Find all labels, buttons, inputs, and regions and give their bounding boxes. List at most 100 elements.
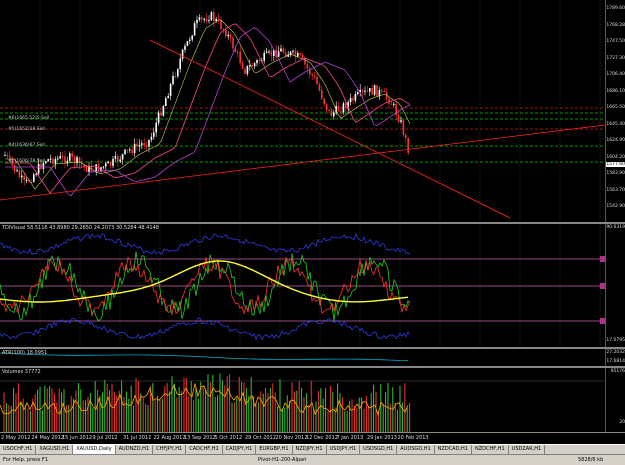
candle-body: [405, 134, 407, 138]
tdi-tick-low: 17.0795: [606, 338, 625, 343]
candle-body: [4, 154, 6, 156]
candle-body: [129, 149, 131, 151]
candle-body: [37, 163, 40, 174]
candle-body: [181, 49, 184, 59]
candle-body: [153, 132, 155, 137]
candle-body: [215, 18, 217, 22]
candle-body: [13, 164, 16, 171]
level-label: #4(1636)67 Sell: [8, 143, 45, 148]
candle-body: [64, 156, 66, 164]
candle-body: [371, 88, 373, 95]
candle-body: [114, 156, 117, 159]
date-label: 12 Dec 2012: [306, 435, 338, 441]
candle-body: [126, 149, 129, 151]
atr-canvas: [0, 352, 409, 362]
date-label: 13 Sep 2012: [184, 435, 216, 441]
atr-axis: 27.2032 17.6814: [605, 349, 625, 366]
volume-tick-low: 20: [619, 420, 625, 425]
price-tick: 1665.50: [606, 105, 625, 110]
candle-body: [35, 173, 37, 175]
candle-body: [189, 39, 191, 42]
candle-body: [407, 137, 409, 154]
candle-body: [157, 112, 160, 123]
price-tick: 1604.20: [606, 154, 625, 160]
candle-body: [364, 90, 366, 92]
candle-body: [145, 145, 148, 147]
candle-body: [131, 149, 133, 153]
moving-average-slow: [5, 27, 411, 197]
candle-body: [109, 161, 112, 166]
date-label: 20 Nov 2012: [275, 435, 308, 441]
candle-body: [318, 84, 321, 91]
candle-body: [258, 60, 261, 62]
candle-body: [18, 170, 21, 178]
candle-body: [102, 166, 105, 168]
moving-average-medium: [5, 23, 411, 194]
candle-body: [265, 51, 268, 53]
candle-body: [239, 52, 241, 63]
atr-pane[interactable]: ATR(100) 18.0951: [0, 349, 605, 366]
candle-body: [301, 54, 304, 58]
candle-body: [196, 19, 198, 24]
candle-body: [249, 65, 251, 67]
candle-body: [328, 109, 330, 111]
moving-average-fast: [5, 19, 411, 190]
candle-body: [57, 158, 59, 160]
candle-body: [340, 111, 342, 113]
candle-body: [6, 154, 9, 157]
tdi-upper-band: [0, 233, 411, 255]
candle-body: [366, 90, 369, 92]
price-tick: 1645.40: [606, 121, 625, 127]
candle-body: [16, 170, 18, 172]
date-label: 31 Jul 2012: [123, 435, 152, 441]
candle-body: [376, 85, 378, 97]
current-price-marker: 1577.60: [606, 162, 625, 167]
volume-tick-high: 95176: [610, 369, 625, 374]
candle-body: [59, 156, 61, 159]
candle-body: [208, 20, 210, 22]
candle-body: [333, 112, 335, 117]
candle-body: [270, 51, 273, 57]
candle-body: [280, 48, 282, 52]
candle-body: [253, 63, 256, 67]
candle-body: [160, 112, 162, 116]
level-label: #0(1606)78 Sell: [8, 159, 45, 164]
candle-body: [198, 17, 201, 20]
candle-body: [174, 75, 177, 77]
date-label: 7 Jan 2013: [336, 435, 364, 441]
candle-body: [193, 23, 196, 36]
candle-body: [299, 53, 301, 55]
candle-body: [306, 64, 309, 69]
candle-body: [400, 120, 402, 122]
candle-body: [263, 52, 265, 61]
candle-body: [220, 20, 222, 29]
volumes-axis: 95176 20: [605, 368, 625, 432]
candle-body: [172, 75, 174, 84]
candle-body: [390, 103, 393, 105]
tdi-pane[interactable]: TDIVisual 58.5116 43.8980 29.2650 24.207…: [0, 224, 605, 347]
candle-body: [369, 88, 371, 92]
volumes-pane[interactable]: Volumes 37772: [0, 368, 605, 432]
candle-body: [222, 28, 225, 30]
price-tick: 1706.40: [606, 72, 625, 77]
candle-body: [148, 139, 150, 147]
candle-body: [311, 74, 313, 76]
candle-body: [237, 51, 239, 53]
candle-body: [297, 53, 299, 57]
candle-body: [304, 57, 306, 65]
candle-body: [54, 159, 57, 164]
status-traffic: 5828/6 kb: [578, 457, 604, 463]
date-label: 20 Feb 2013: [397, 435, 429, 441]
candle-body: [169, 83, 172, 97]
price-chart-pane[interactable]: #6(1665.52)5 Sell #5(1652)18 Sell #4(1636)…: [0, 0, 605, 222]
status-bar: For Help, press F1 Pivot-H1-200-Alpari 5…: [0, 454, 625, 465]
date-label: 5 Oct 2012: [214, 435, 243, 441]
candle-body: [143, 143, 145, 146]
tdi-tick-high: 90.6319: [606, 225, 625, 230]
candle-body: [277, 51, 280, 57]
candle-body: [191, 35, 193, 40]
candle-body: [210, 12, 213, 21]
candle-body: [354, 93, 357, 101]
candle-body: [124, 149, 126, 155]
candle-body: [349, 97, 352, 103]
